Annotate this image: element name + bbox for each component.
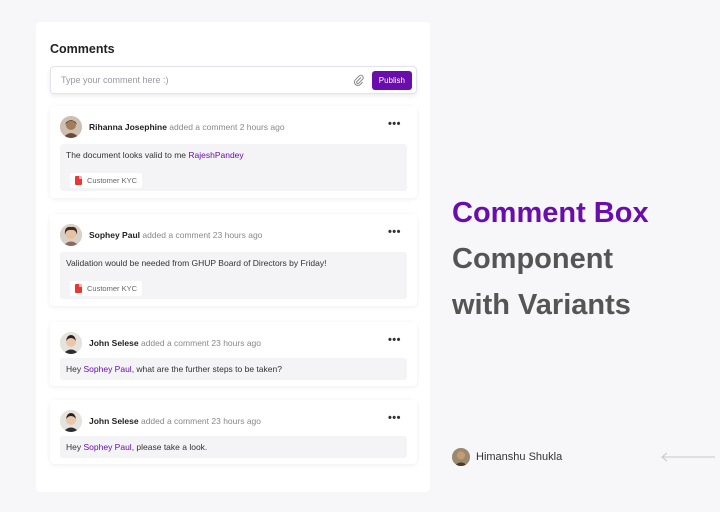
comment-author: Sophey Paul	[89, 230, 141, 240]
comment-text-part: Validation would be needed from GHUP Boa…	[66, 258, 327, 268]
comment-meta: John Selese added a comment 23 hours ago	[89, 416, 261, 426]
publish-button[interactable]: Publish	[371, 70, 412, 90]
comment-text: Hey Sophey Paul, what are the further st…	[66, 364, 282, 374]
mention-link[interactable]: Sophey Paul	[83, 442, 131, 452]
avatar	[452, 448, 470, 466]
comment-meta: John Selese added a comment 23 hours ago	[89, 338, 261, 348]
headline-line-3: with Variants	[452, 289, 631, 321]
more-options-icon[interactable]: •••	[388, 412, 401, 424]
mention-link[interactable]: RajeshPandey	[188, 150, 243, 160]
comment-body: Hey Sophey Paul, what are the further st…	[60, 358, 407, 380]
comment-action: added a comment 23 hours ago	[138, 338, 261, 348]
comment-card: John Selese added a comment 23 hours ago…	[50, 322, 417, 386]
comment-input[interactable]	[61, 75, 352, 85]
paperclip-icon[interactable]	[352, 73, 366, 87]
attachment-label: Customer KYC	[87, 176, 138, 185]
comment-action: added a comment 2 hours ago	[166, 122, 285, 132]
comment-text-part: Hey	[66, 442, 84, 452]
comment-card: Rihanna Josephine added a comment 2 hour…	[50, 106, 417, 198]
comment-body: Hey Sophey Paul, please take a look.	[60, 436, 407, 458]
pdf-icon	[75, 176, 82, 185]
comment-text-part: , please take a look.	[131, 442, 208, 452]
headline: Comment Box Component with Variants	[452, 190, 649, 328]
comments-title: Comments	[50, 42, 115, 56]
pdf-icon	[75, 284, 82, 293]
more-options-icon[interactable]: •••	[388, 334, 401, 346]
avatar	[60, 224, 82, 246]
avatar	[60, 116, 82, 138]
comment-action: added a comment 23 hours ago	[140, 230, 263, 240]
mention-link[interactable]: Sophey Paul	[83, 364, 131, 374]
comment-card: Sophey Paul added a comment 23 hours ago…	[50, 214, 417, 306]
comment-text-part: Hey	[66, 364, 84, 374]
avatar	[60, 332, 82, 354]
comment-text: Validation would be needed from GHUP Boa…	[66, 258, 326, 268]
attachment-chip[interactable]: Customer KYC	[70, 173, 143, 188]
comment-card: John Selese added a comment 23 hours ago…	[50, 400, 417, 464]
attachment-chip[interactable]: Customer KYC	[70, 281, 143, 296]
comment-text: The document looks valid to me RajeshPan…	[66, 150, 244, 160]
more-options-icon[interactable]: •••	[388, 118, 401, 130]
comment-author: Rihanna Josephine	[89, 122, 167, 132]
comment-meta: Rihanna Josephine added a comment 2 hour…	[89, 122, 285, 132]
headline-line-2: Component	[452, 243, 614, 275]
more-options-icon[interactable]: •••	[388, 226, 401, 238]
author-name: Himanshu Shukla	[476, 451, 563, 463]
arrow-left-icon	[661, 452, 715, 462]
avatar	[60, 410, 82, 432]
comment-action: added a comment 23 hours ago	[138, 416, 261, 426]
comment-body: Validation would be needed from GHUP Boa…	[60, 252, 407, 299]
comment-text-part: The document looks valid to me	[66, 150, 189, 160]
comment-meta: Sophey Paul added a comment 23 hours ago	[89, 230, 262, 240]
comment-body: The document looks valid to me RajeshPan…	[60, 144, 407, 191]
comment-text-part: , what are the further steps to be taken…	[131, 364, 282, 374]
comment-composer: Publish	[50, 66, 417, 94]
comment-author: John Selese	[89, 338, 139, 348]
comment-text: Hey Sophey Paul, please take a look.	[66, 442, 207, 452]
comment-author: John Selese	[89, 416, 139, 426]
attachment-label: Customer KYC	[87, 284, 138, 293]
author-credit: Himanshu Shukla	[452, 448, 562, 466]
headline-line-1: Comment Box	[452, 197, 649, 229]
